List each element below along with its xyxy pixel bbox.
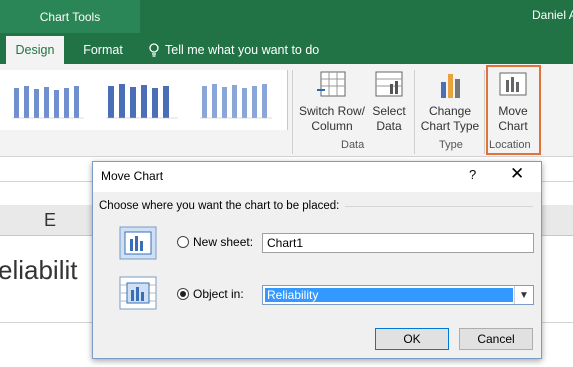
chart-styles-gallery[interactable]: [0, 70, 288, 130]
help-button[interactable]: ?: [469, 167, 476, 182]
prompt-divider: [345, 206, 533, 207]
change-chart-type-icon: [441, 74, 460, 98]
change-chart-type-label: Change Chart Type: [420, 104, 480, 133]
switch-row-column-label: Switch Row/ Column: [298, 104, 366, 133]
object-in-icon: [119, 276, 157, 310]
chevron-down-icon[interactable]: ▼: [514, 286, 533, 304]
group-separator: [414, 70, 415, 154]
switch-row-column-button[interactable]: Switch Row/ Column: [297, 70, 367, 136]
cancel-button[interactable]: Cancel: [459, 328, 533, 350]
dialog-prompt: Choose where you want the chart to be pl…: [99, 200, 340, 212]
new-sheet-icon: [119, 226, 157, 260]
switch-row-column-icon: [317, 71, 346, 97]
select-data-button[interactable]: Select Data: [369, 70, 409, 136]
cell-text[interactable]: eliabilit: [0, 255, 78, 286]
chart-style-thumbnail[interactable]: [192, 74, 280, 126]
tell-me-box[interactable]: Tell me what you want to do: [148, 36, 319, 64]
object-in-selected-value: Reliability: [265, 288, 513, 302]
new-sheet-label: New sheet:: [193, 235, 254, 249]
group-label-data: Data: [341, 139, 365, 151]
column-header-e[interactable]: E: [44, 205, 56, 235]
object-in-label: Object in:: [193, 287, 244, 301]
tab-design[interactable]: Design: [6, 36, 64, 64]
dialog-title: Move Chart: [101, 169, 164, 183]
new-sheet-radio[interactable]: [177, 236, 189, 248]
tell-me-text: Tell me what you want to do: [165, 43, 320, 57]
object-in-radio[interactable]: [177, 288, 189, 300]
select-data-label: Select Data: [372, 104, 406, 133]
move-chart-dialog: Move Chart ? ✕ Choose where you want the…: [92, 161, 542, 359]
group-separator: [484, 70, 485, 154]
chart-tools-label: Chart Tools: [0, 0, 140, 33]
group-label-type: Type: [439, 139, 463, 151]
object-in-select[interactable]: Reliability ▼: [262, 285, 534, 305]
change-chart-type-button[interactable]: Change Chart Type: [419, 70, 481, 136]
tab-format[interactable]: Format: [70, 36, 136, 64]
group-separator: [292, 70, 293, 154]
user-name[interactable]: Daniel A: [532, 8, 573, 22]
select-data-icon: [375, 71, 403, 97]
ok-button[interactable]: OK: [375, 328, 449, 350]
close-icon[interactable]: ✕: [510, 164, 524, 184]
chart-style-thumbnail[interactable]: [4, 74, 92, 126]
new-sheet-name-input[interactable]: Chart1: [262, 233, 534, 253]
move-chart-highlight: [486, 65, 541, 155]
chart-style-thumbnail[interactable]: [98, 74, 186, 126]
lightbulb-icon: [149, 43, 159, 57]
